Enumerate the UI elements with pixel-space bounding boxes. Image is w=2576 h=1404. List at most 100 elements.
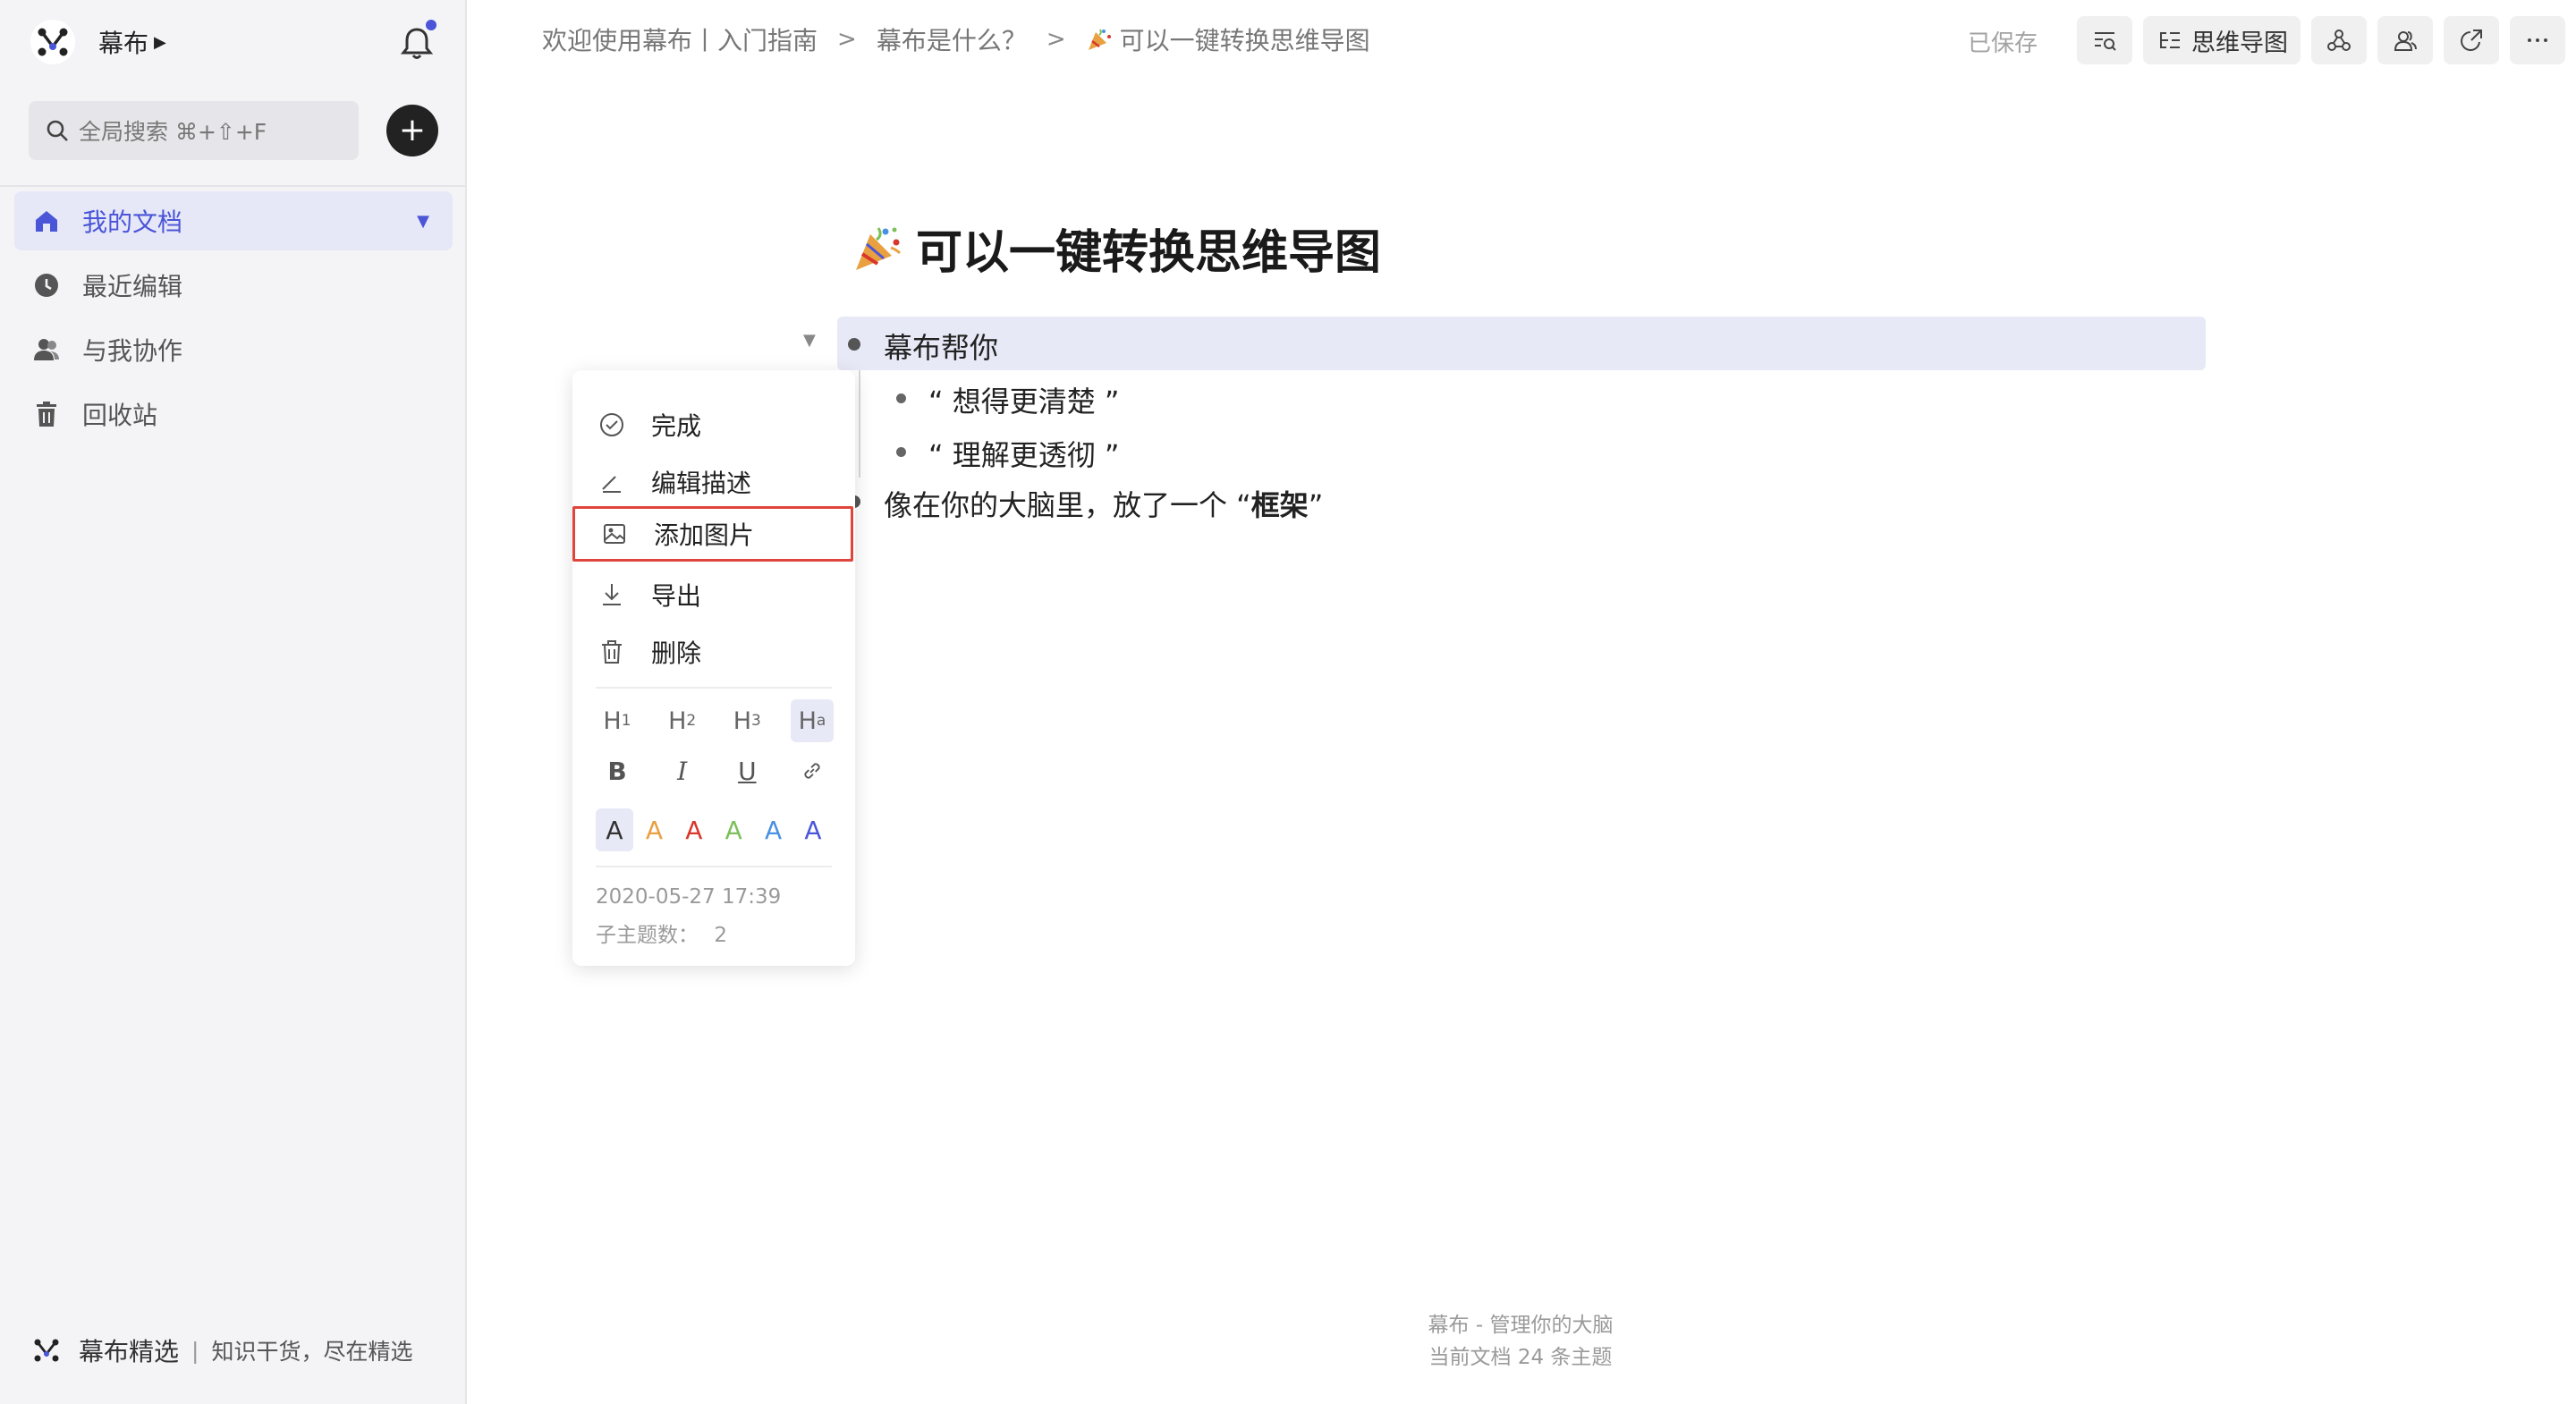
- sidebar: 幕布 ▶ 全局搜索 ⌘+⇧+F + 我的文档 ▼ 最近编辑 与我协作 回收站 幕…: [0, 0, 467, 1404]
- more-icon: [2528, 38, 2547, 42]
- node-text[interactable]: “ 理解更透彻 ”: [928, 433, 1120, 474]
- app-window: 幕布 ▶ 全局搜索 ⌘+⇧+F + 我的文档 ▼ 最近编辑 与我协作 回收站 幕…: [0, 0, 2576, 1404]
- bold-button[interactable]: B: [596, 749, 639, 792]
- menu-item-edit-description[interactable]: 编辑描述: [572, 454, 855, 510]
- breadcrumb-separator: >: [837, 26, 857, 53]
- more-button[interactable]: [2510, 16, 2565, 64]
- sidebar-item-label: 与我协作: [82, 336, 183, 366]
- node-text-bold: 框架: [1250, 488, 1309, 522]
- italic-button[interactable]: I: [661, 749, 704, 792]
- plus-icon: +: [398, 112, 427, 148]
- featured-title: 幕布精选: [79, 1337, 180, 1366]
- sidebar-item-label: 回收站: [82, 401, 158, 430]
- menu-item-export[interactable]: 导出: [572, 567, 855, 622]
- indent-guide: [859, 370, 860, 478]
- heading-1-button[interactable]: H1: [596, 699, 639, 742]
- color-button[interactable]: A: [794, 808, 832, 851]
- node-context-menu: 完成 编辑描述 添加图片 导出 删除 H 1 H 2 H 3 H a B I U…: [572, 370, 855, 966]
- color-button[interactable]: A: [596, 808, 633, 851]
- breadcrumb-item[interactable]: 幕布是什么？: [877, 21, 1027, 57]
- color-button[interactable]: A: [635, 808, 673, 851]
- node-text[interactable]: 像在你的大脑里，放了一个 “框架”: [884, 483, 1323, 524]
- mubu-logo-icon: [34, 1339, 59, 1362]
- image-icon: [604, 524, 625, 544]
- link-icon: [804, 763, 820, 779]
- export-icon: [2461, 30, 2482, 51]
- color-button[interactable]: A: [675, 808, 713, 851]
- saved-status: 已保存: [1968, 30, 2038, 57]
- format-buttons: B I U: [596, 749, 834, 792]
- mindmap-label: 思维导图: [2191, 29, 2288, 57]
- new-document-button[interactable]: +: [386, 105, 438, 156]
- node-created-date: 2020-05-27 17:39: [596, 885, 782, 909]
- search-placeholder: 全局搜索 ⌘+⇧+F: [79, 119, 267, 145]
- node-selected-highlight: [837, 317, 2206, 370]
- heading-normal-button[interactable]: Ha: [790, 699, 834, 742]
- menu-item-label: 导出: [651, 581, 702, 611]
- node-text[interactable]: 幕布帮你: [884, 326, 998, 367]
- document-title[interactable]: 可以一键转换思维导图: [852, 215, 1381, 282]
- share-graph-button[interactable]: [2311, 16, 2367, 64]
- heading-3-button[interactable]: H3: [725, 699, 768, 742]
- featured-tagline: 知识干货，尽在精选: [211, 1339, 413, 1365]
- collapse-caret-icon[interactable]: ▼: [803, 331, 816, 350]
- footer-tagline: 幕布 - 管理你的大脑: [1428, 1314, 1614, 1337]
- search-icon: [47, 120, 68, 141]
- notification-dot: [426, 20, 436, 30]
- sidebar-item-recent[interactable]: 最近编辑: [14, 256, 453, 315]
- sidebar-item-shared[interactable]: 与我协作: [14, 320, 453, 379]
- menu-item-label: 编辑描述: [651, 469, 752, 498]
- sidebar-item-trash[interactable]: 回收站: [14, 385, 453, 444]
- node-text-suffix: ”: [1308, 488, 1324, 522]
- export-button[interactable]: [2444, 16, 2499, 64]
- breadcrumb-item[interactable]: 欢迎使用幕布丨入门指南: [542, 21, 818, 57]
- sidebar-item-my-documents[interactable]: 我的文档 ▼: [14, 191, 453, 250]
- check-circle-icon: [600, 413, 623, 436]
- share-graph-icon: [2327, 30, 2351, 51]
- menu-divider: [596, 687, 832, 689]
- menu-item-complete[interactable]: 完成: [572, 397, 855, 452]
- sidebar-item-label: 最近编辑: [82, 272, 183, 301]
- clock-icon: [35, 274, 58, 297]
- footer-topic-count: 当前文档 24 条主题: [1428, 1346, 1613, 1369]
- heading-buttons: H1 H2 H3 Ha: [596, 699, 834, 742]
- workspace-switcher[interactable]: 幕布 ▶: [30, 20, 166, 64]
- sidebar-divider: [0, 185, 465, 187]
- outline-search-button[interactable]: [2077, 16, 2132, 64]
- workspace-name: 幕布: [98, 29, 149, 58]
- link-button[interactable]: [791, 749, 834, 792]
- underline-button[interactable]: U: [725, 749, 768, 792]
- breadcrumb-separator: >: [1046, 26, 1066, 53]
- heading-2-button[interactable]: H2: [661, 699, 704, 742]
- menu-item-label: 删除: [651, 639, 702, 668]
- child-count-label: 子主题数：: [596, 924, 699, 947]
- featured-link[interactable]: 幕布精选 | 知识干货，尽在精选: [30, 1332, 412, 1368]
- menu-item-label: 添加图片: [654, 520, 755, 550]
- outline-search-icon: [2095, 32, 2116, 51]
- menu-divider: [596, 866, 832, 867]
- node-text[interactable]: “ 想得更清楚 ”: [928, 379, 1120, 420]
- color-button[interactable]: A: [715, 808, 752, 851]
- collaborators-button[interactable]: [2377, 16, 2433, 64]
- document-title-text: 可以一键转换思维导图: [916, 226, 1382, 280]
- mindmap-button[interactable]: 思维导图: [2143, 16, 2301, 64]
- caret-right-icon: ▶: [154, 32, 166, 52]
- node-bullet[interactable]: [848, 338, 860, 351]
- collaborators-icon: [2394, 31, 2417, 51]
- node-bullet[interactable]: [896, 447, 906, 457]
- node-bullet[interactable]: [896, 393, 906, 403]
- color-button[interactable]: A: [755, 808, 792, 851]
- breadcrumb: 欢迎使用幕布丨入门指南 > 幕布是什么？ > 可以一键转换思维导图: [542, 21, 1370, 57]
- menu-item-add-image[interactable]: 添加图片: [572, 506, 853, 562]
- menu-item-label: 完成: [651, 411, 702, 441]
- download-icon: [603, 584, 621, 605]
- caret-down-icon[interactable]: ▼: [417, 212, 429, 231]
- global-search-input[interactable]: 全局搜索 ⌘+⇧+F: [29, 101, 359, 160]
- home-icon: [36, 211, 57, 232]
- sidebar-item-label: 我的文档: [82, 207, 183, 237]
- node-text-prefix: 像在你的大脑里，放了一个 “: [884, 488, 1251, 522]
- color-buttons: A A A A A A: [596, 808, 832, 851]
- mindmap-icon: [2160, 32, 2180, 48]
- featured-separator: |: [191, 1337, 199, 1364]
- menu-item-delete[interactable]: 删除: [572, 624, 855, 680]
